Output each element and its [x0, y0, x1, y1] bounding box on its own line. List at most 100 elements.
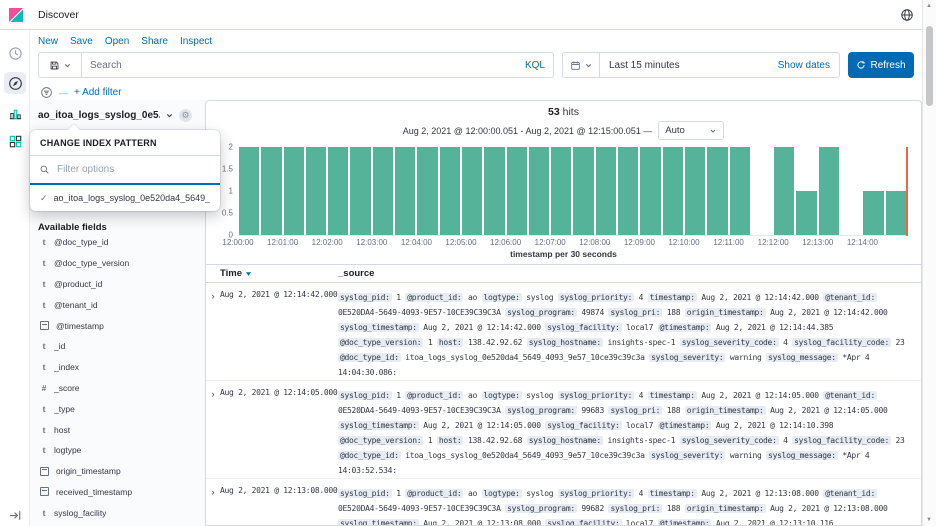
dock-nav-icon[interactable] — [4, 504, 26, 526]
index-pattern-settings-icon[interactable]: ⚙ — [179, 109, 192, 122]
histogram-bar[interactable] — [440, 147, 460, 235]
histogram-bar[interactable] — [261, 147, 281, 235]
filter-circle-icon[interactable] — [40, 86, 53, 99]
recent-clock-icon[interactable] — [4, 42, 26, 64]
histogram-bar[interactable] — [618, 147, 638, 235]
field-name: logtype — [54, 445, 81, 455]
y-tick-label: 0.5 — [222, 209, 233, 218]
scroll-up-icon[interactable]: ▲ — [926, 3, 932, 9]
index-pattern-selector[interactable]: ao_itoa_logs_syslog_0e5... ⚙ — [38, 103, 205, 127]
field-item[interactable]: t@tenant_id — [38, 294, 201, 315]
histogram-bar[interactable] — [707, 147, 727, 235]
vertical-scrollbar[interactable]: ▲ ▼ — [922, 0, 936, 526]
histogram-bar[interactable] — [863, 191, 883, 235]
time-range-value[interactable]: Last 15 minutes — [600, 60, 778, 71]
source-field-name: syslog_program: — [505, 308, 577, 317]
x-tick-label: 12:04:00 — [401, 238, 432, 247]
field-item[interactable]: t@product_id — [38, 274, 201, 295]
time-range-text: Aug 2, 2021 @ 12:00:00.051 - Aug 2, 2021… — [403, 126, 652, 136]
field-item[interactable]: t_type — [38, 398, 201, 419]
field-name: _type — [54, 404, 75, 414]
histogram-bar[interactable] — [328, 147, 348, 235]
scroll-down-icon[interactable]: ▼ — [926, 517, 932, 523]
scrollbar-thumb[interactable] — [926, 26, 933, 106]
field-item[interactable]: @timestamp — [38, 315, 201, 336]
histogram-bar[interactable] — [573, 147, 593, 235]
histogram-bar[interactable] — [306, 147, 326, 235]
histogram-bucket — [706, 147, 728, 235]
dashboard-grid-icon[interactable] — [4, 130, 26, 152]
histogram-bar[interactable] — [507, 147, 527, 235]
discover-compass-icon[interactable] — [4, 72, 26, 94]
field-item[interactable]: received_timestamp — [38, 482, 201, 503]
quick-select-menu-button[interactable] — [563, 53, 600, 77]
histogram-bar[interactable] — [663, 147, 683, 235]
source-field-name: logtype: — [482, 489, 522, 498]
refresh-button[interactable]: Refresh — [848, 52, 914, 78]
field-name: @timestamp — [56, 321, 104, 331]
histogram-bar[interactable] — [685, 147, 705, 235]
field-item[interactable]: t_id — [38, 336, 201, 357]
histogram-bucket — [639, 147, 661, 235]
menu-open[interactable]: Open — [105, 36, 129, 47]
add-filter-button[interactable]: + Add filter — [74, 87, 122, 98]
expand-chevron-icon[interactable]: › — [206, 388, 220, 478]
search-input[interactable] — [82, 60, 517, 71]
field-item[interactable]: #_score — [38, 378, 201, 399]
time-column-header[interactable]: Time — [220, 268, 338, 279]
histogram-bar[interactable] — [640, 147, 660, 235]
source-field-name: syslog_priority: — [558, 391, 634, 400]
x-tick-label: 12:00:00 — [222, 238, 253, 247]
x-tick-label: 12:05:00 — [445, 238, 476, 247]
histogram-bar[interactable] — [350, 147, 370, 235]
field-item[interactable]: t@doc_type_id — [38, 232, 201, 253]
histogram-bar[interactable] — [551, 147, 571, 235]
source-field-name: @doc_type_version: — [338, 338, 423, 347]
field-item[interactable]: t_index — [38, 357, 201, 378]
expand-chevron-icon[interactable]: › — [206, 486, 220, 526]
histogram-bar[interactable] — [886, 191, 906, 235]
histogram-bar[interactable] — [239, 147, 259, 235]
help-globe-icon[interactable] — [900, 8, 914, 22]
doc-table-body: ›Aug 2, 2021 @ 12:14:42.000syslog_pid: 1… — [206, 283, 921, 526]
histogram-bar[interactable] — [417, 147, 437, 235]
interval-select[interactable]: Auto — [658, 121, 724, 140]
hits-label: hits — [563, 106, 579, 118]
filter-options-input[interactable] — [55, 163, 211, 176]
expand-chevron-icon[interactable]: › — [206, 290, 220, 380]
histogram-bar[interactable] — [819, 147, 839, 235]
menu-new[interactable]: New — [38, 36, 58, 47]
field-item[interactable]: t@doc_type_version — [38, 253, 201, 274]
field-item[interactable]: tlogtype — [38, 440, 201, 461]
menu-save[interactable]: Save — [70, 36, 93, 47]
menu-share[interactable]: Share — [141, 36, 168, 47]
field-item[interactable]: tsyslog_facility — [38, 502, 201, 523]
source-field-name: origin_timestamp: — [685, 406, 766, 415]
menu-inspect[interactable]: Inspect — [180, 36, 212, 47]
histogram-bar[interactable] — [462, 147, 482, 235]
source-field-name: syslog_severity: — [649, 451, 725, 460]
histogram-bucket — [327, 147, 349, 235]
string-field-icon: t — [38, 362, 50, 372]
histogram-bucket — [617, 147, 639, 235]
saved-query-menu-button[interactable] — [39, 53, 82, 77]
histogram-bar[interactable] — [484, 147, 504, 235]
histogram-bar[interactable] — [796, 191, 816, 235]
histogram-bar[interactable] — [284, 147, 304, 235]
y-tick-label: 2 — [229, 143, 233, 152]
histogram-bar[interactable] — [373, 147, 393, 235]
source-field-name: syslog_timestamp: — [338, 519, 419, 526]
histogram-bar[interactable] — [529, 147, 549, 235]
histogram-bar[interactable] — [730, 147, 750, 235]
histogram-bar[interactable] — [395, 147, 415, 235]
visualize-chart-icon[interactable] — [4, 102, 26, 124]
kibana-logo-icon[interactable] — [8, 7, 24, 23]
histogram-bar[interactable] — [596, 147, 616, 235]
index-pattern-option[interactable]: ✓ ao_itoa_logs_syslog_0e520da4_5649_... — [30, 185, 220, 211]
show-dates-link[interactable]: Show dates — [778, 60, 839, 71]
field-item[interactable]: origin_timestamp — [38, 461, 201, 482]
field-item[interactable]: thost — [38, 419, 201, 440]
histogram-bar[interactable] — [774, 147, 794, 235]
sort-desc-icon — [245, 270, 252, 277]
query-language-button[interactable]: KQL — [517, 60, 553, 71]
